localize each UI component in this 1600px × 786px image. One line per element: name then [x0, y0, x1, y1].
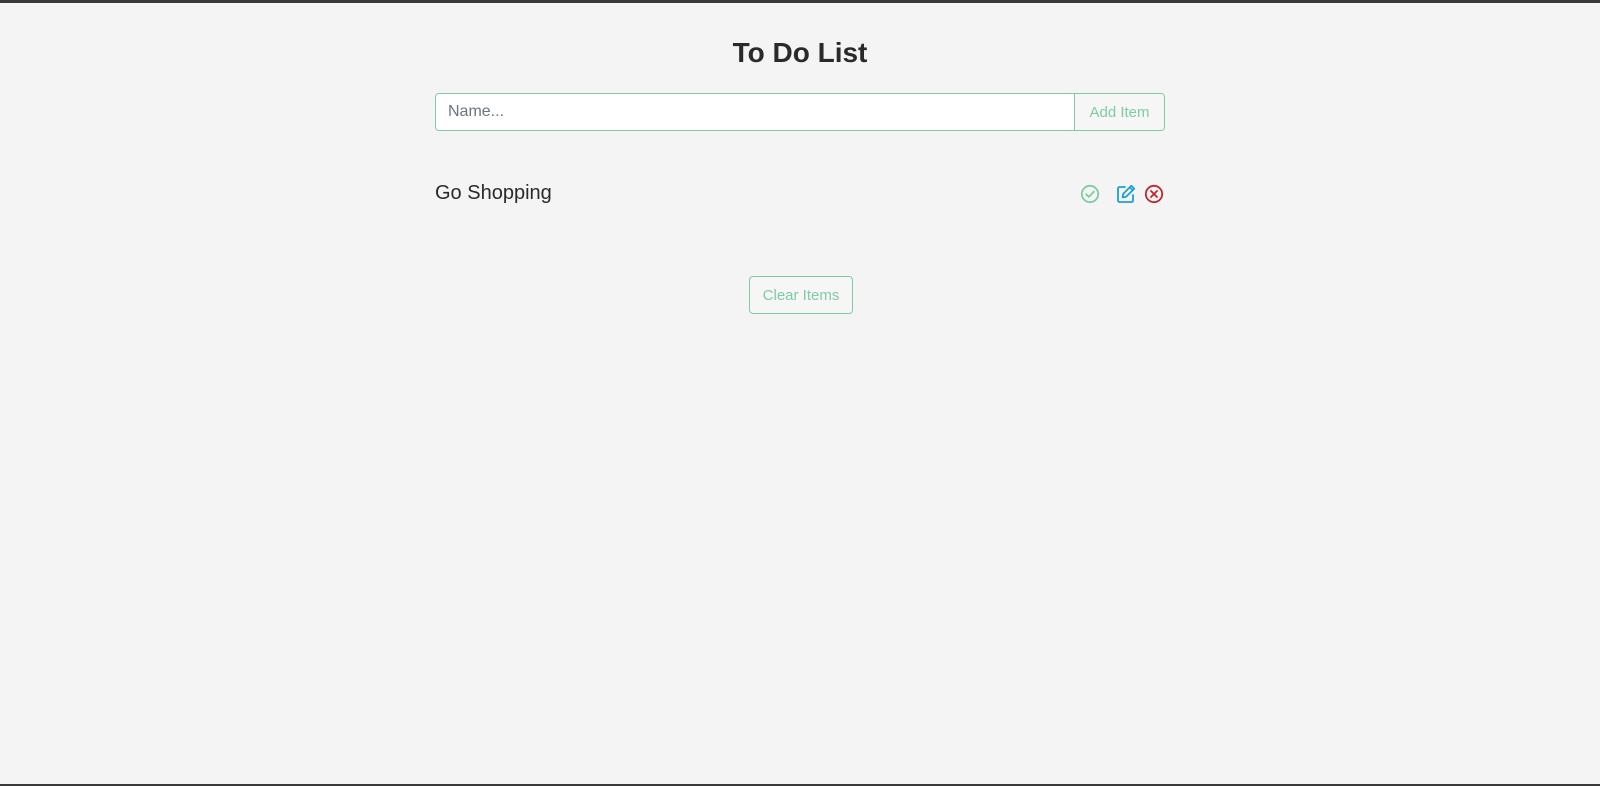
clear-items-button[interactable]: Clear Items: [749, 276, 853, 314]
item-actions: [1079, 183, 1165, 205]
delete-icon[interactable]: [1143, 183, 1165, 205]
page-title: To Do List: [732, 37, 868, 68]
edit-icon[interactable]: [1115, 183, 1137, 205]
add-item-button[interactable]: Add Item: [1074, 94, 1164, 130]
item-text: Go Shopping: [435, 182, 552, 204]
todo-list: Go Shopping: [435, 178, 1165, 210]
add-item-form: Add Item: [435, 93, 1165, 131]
check-icon[interactable]: [1079, 183, 1101, 205]
list-item: Go Shopping: [435, 178, 1165, 210]
window-top-border: [0, 0, 1600, 3]
name-input[interactable]: [436, 94, 1074, 130]
